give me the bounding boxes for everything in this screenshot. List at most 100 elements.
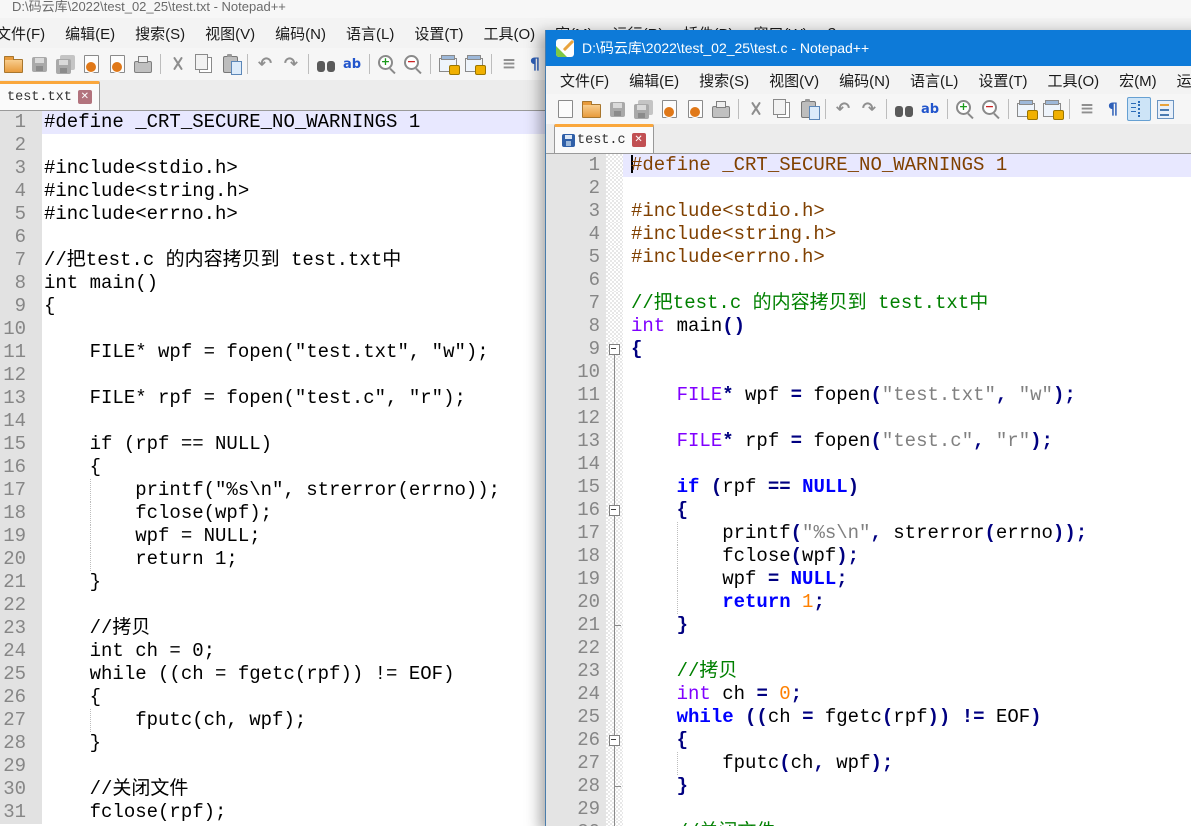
redo-button[interactable]: ↷ [857,97,881,121]
editor-line-21[interactable]: 21 } [546,614,1191,637]
zoom-out-button[interactable]: − [979,97,1003,121]
copy-button[interactable] [192,52,216,76]
editor-line-18[interactable]: 18 fclose(wpf); [546,545,1191,568]
editor-line-9[interactable]: 9{ [546,338,1191,361]
titlebar-inactive[interactable]: D:\码云库\2022\test_02_25\test.txt - Notepa… [0,0,1191,18]
indent-guide-button[interactable] [1127,97,1151,121]
editor-line-15[interactable]: 15 if (rpf == NULL) [546,476,1191,499]
sync-horizontal-button[interactable] [1040,97,1064,121]
editor-line-26[interactable]: 26 { [546,729,1191,752]
new-file-button[interactable] [553,97,577,121]
editor-line-29[interactable]: 29 [546,798,1191,821]
copy-button[interactable] [770,97,794,121]
notepadpp-window-test-c[interactable]: D:\码云库\2022\test_02_25\test.c - Notepad+… [545,30,1191,826]
show-all-characters-button[interactable]: ¶ [1101,97,1125,121]
save-button[interactable] [605,97,629,121]
editor-line-12[interactable]: 12 [546,407,1191,430]
menu-item-tools[interactable]: 工具(O) [1037,70,1109,91]
editor-line-1[interactable]: 1#define _CRT_SECURE_NO_WARNINGS 1 [546,154,1191,177]
editor-line-3[interactable]: 3#include<stdio.h> [546,200,1191,223]
menu-item-run[interactable]: 运行(R) [1167,70,1191,91]
paste-button[interactable] [218,52,242,76]
editor-line-28[interactable]: 28 } [546,775,1191,798]
undo-button[interactable]: ↶ [253,52,277,76]
sync-vertical-button[interactable] [436,52,460,76]
sync-vertical-button[interactable] [1014,97,1038,121]
function-list-button[interactable] [1153,97,1177,121]
titlebar-active[interactable]: D:\码云库\2022\test_02_25\test.c - Notepad+… [546,30,1191,66]
word-wrap-button[interactable]: ≡ [497,52,521,76]
save-button[interactable] [27,52,51,76]
fold-collapse-icon[interactable] [606,338,623,361]
close-all-button[interactable] [683,97,707,121]
zoom-in-button[interactable]: + [953,97,977,121]
zoom-out-button[interactable]: − [401,52,425,76]
close-button[interactable] [79,52,103,76]
replace-button[interactable]: ab [918,97,942,121]
editor-line-4[interactable]: 4#include<string.h> [546,223,1191,246]
menu-item-edit[interactable]: 编辑(E) [619,70,689,91]
tab-close-icon[interactable]: ✕ [632,133,646,147]
cut-button[interactable] [166,52,190,76]
editor-line-11[interactable]: 11 FILE* wpf = fopen("test.txt", "w"); [546,384,1191,407]
editor-test-c[interactable]: 1#define _CRT_SECURE_NO_WARNINGS 123#inc… [546,154,1191,826]
editor-line-25[interactable]: 25 while ((ch = fgetc(rpf)) != EOF) [546,706,1191,729]
tab-test-c[interactable]: test.c ✕ [554,124,654,153]
show-all-characters-button[interactable]: ¶ [523,52,547,76]
word-wrap-button[interactable]: ≡ [1075,97,1099,121]
editor-line-24[interactable]: 24 int ch = 0; [546,683,1191,706]
save-all-button[interactable] [631,97,655,121]
close-button[interactable] [657,97,681,121]
zoom-in-button[interactable]: + [375,52,399,76]
menu-item-language[interactable]: 语言(L) [900,70,968,91]
menu-item-view[interactable]: 视图(V) [759,70,829,91]
editor-line-20[interactable]: 20 return 1; [546,591,1191,614]
menu-item-encoding[interactable]: 编码(N) [265,23,336,44]
editor-line-23[interactable]: 23 //拷贝 [546,660,1191,683]
editor-line-2[interactable]: 2 [546,177,1191,200]
print-button[interactable] [131,52,155,76]
fold-collapse-icon[interactable] [606,729,623,752]
save-all-button[interactable] [53,52,77,76]
undo-button[interactable]: ↶ [831,97,855,121]
menu-item-settings[interactable]: 设置(T) [404,23,473,44]
find-button[interactable] [892,97,916,121]
tab-test-txt[interactable]: test.txt ✕ [0,81,100,110]
editor-line-10[interactable]: 10 [546,361,1191,384]
editor-line-27[interactable]: 27 fputc(ch, wpf); [546,752,1191,775]
menu-item-edit[interactable]: 编辑(E) [55,23,125,44]
menu-item-file[interactable]: 文件(F) [0,23,55,44]
fold-collapse-icon[interactable] [606,499,623,522]
editor-line-30[interactable]: 30 //关闭文件 [546,821,1191,826]
editor-line-22[interactable]: 22 [546,637,1191,660]
menu-item-view[interactable]: 视图(V) [195,23,265,44]
redo-button[interactable]: ↷ [279,52,303,76]
editor-line-6[interactable]: 6 [546,269,1191,292]
menu-item-file[interactable]: 文件(F) [550,70,619,91]
paste-button[interactable] [796,97,820,121]
menu-item-tools[interactable]: 工具(O) [473,23,545,44]
editor-line-16[interactable]: 16 { [546,499,1191,522]
editor-line-7[interactable]: 7//把test.c 的内容拷贝到 test.txt中 [546,292,1191,315]
menu-item-macro[interactable]: 宏(M) [1109,70,1167,91]
menu-item-encoding[interactable]: 编码(N) [829,70,900,91]
editor-line-8[interactable]: 8int main() [546,315,1191,338]
close-all-button[interactable] [105,52,129,76]
find-button[interactable] [314,52,338,76]
editor-line-17[interactable]: 17 printf("%s\n", strerror(errno)); [546,522,1191,545]
open-file-button[interactable] [579,97,603,121]
editor-line-5[interactable]: 5#include<errno.h> [546,246,1191,269]
menu-item-settings[interactable]: 设置(T) [968,70,1037,91]
editor-line-14[interactable]: 14 [546,453,1191,476]
tab-close-icon[interactable]: ✕ [78,90,92,104]
editor-line-19[interactable]: 19 wpf = NULL; [546,568,1191,591]
menu-item-search[interactable]: 搜索(S) [689,70,759,91]
replace-button[interactable]: ab [340,52,364,76]
menu-item-language[interactable]: 语言(L) [336,23,404,44]
menu-item-search[interactable]: 搜索(S) [125,23,195,44]
open-file-button[interactable] [1,52,25,76]
print-button[interactable] [709,97,733,121]
cut-button[interactable] [744,97,768,121]
sync-horizontal-button[interactable] [462,52,486,76]
editor-line-13[interactable]: 13 FILE* rpf = fopen("test.c", "r"); [546,430,1191,453]
